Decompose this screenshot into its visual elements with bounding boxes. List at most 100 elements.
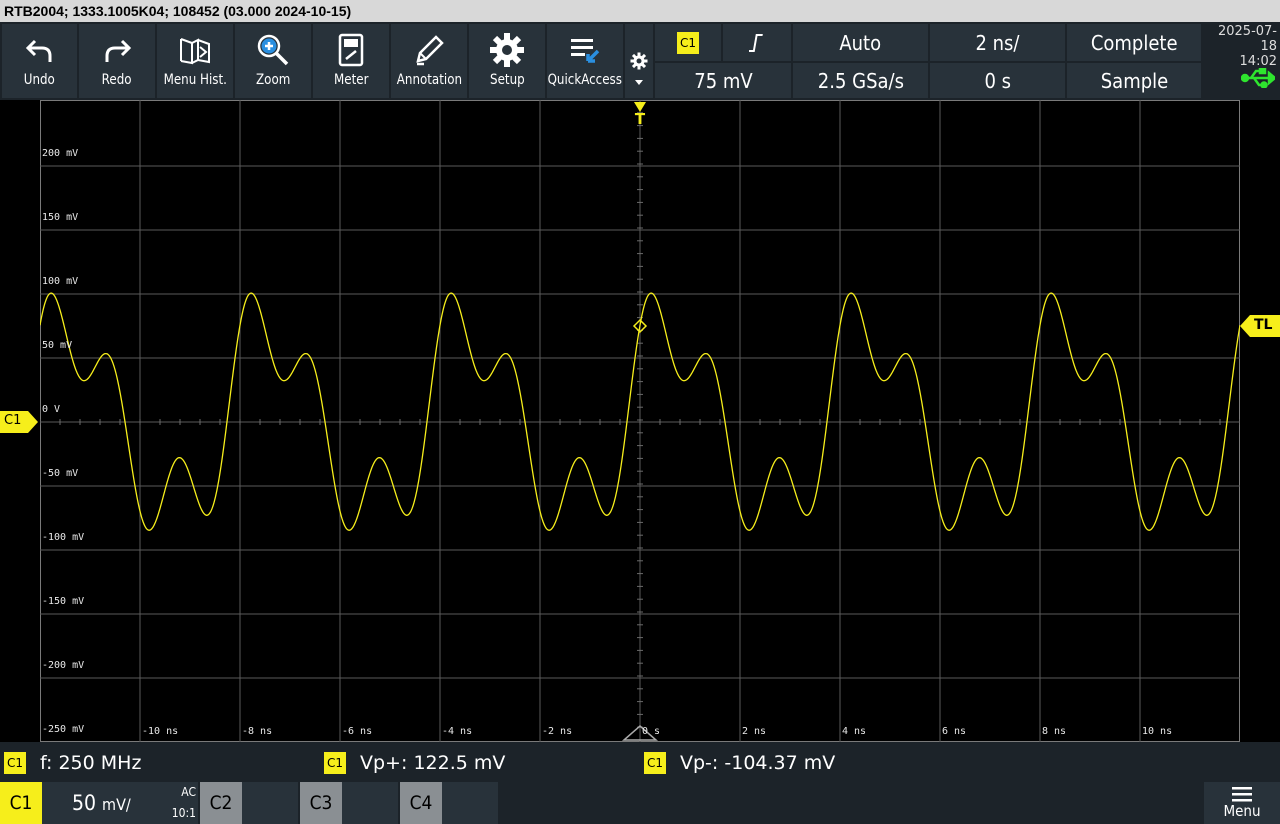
channel-offset-marker[interactable]: C1 (0, 411, 40, 433)
x-axis-label: 10 ns (1142, 726, 1173, 737)
measurement-label: f: (40, 752, 53, 774)
zoom-in-icon (235, 28, 311, 72)
trigger-level-marker[interactable]: TL (1240, 315, 1280, 337)
clock-area: 2025-07-18 14:02 (1203, 24, 1277, 98)
trigger-marker-label: T (634, 110, 646, 128)
redo-icon (79, 28, 155, 72)
x-axis-label: 2 ns (742, 726, 767, 737)
trigger-level-value: 75 mV (693, 68, 753, 93)
acquisition-mode-value: Sample (1100, 68, 1168, 93)
y-axis-label: 100 mV (42, 276, 79, 287)
x-axis-label: 0 s (642, 726, 661, 737)
sample-rate[interactable]: 2.5 GSa/s (793, 63, 928, 98)
acquisition-state-value: Complete (1090, 30, 1178, 55)
channel-c3-tab: C3 (300, 782, 342, 824)
setup-label: Setup (489, 72, 525, 88)
trigger-source[interactable]: C1 (655, 24, 721, 61)
measurement-value: -104.37 mV (724, 752, 836, 774)
quickaccess-button[interactable]: QuickAccess (547, 24, 623, 98)
annotation-button[interactable]: Annotation (391, 24, 467, 98)
y-axis-label: 150 mV (42, 212, 79, 223)
waveform-grid (40, 100, 1240, 742)
trigger-mode[interactable]: Auto (793, 24, 928, 61)
trigger-slope[interactable] (723, 24, 791, 61)
menu-history-button[interactable]: Menu Hist. (157, 24, 233, 98)
measurement-source-chip: C1 (644, 752, 666, 774)
measurement-vp-minus[interactable]: C1 Vp-: -104.37 mV (644, 751, 835, 775)
menu-button[interactable]: Menu (1204, 782, 1280, 824)
channel-c1-scale: 50 mV/ (72, 791, 131, 815)
waveform-display[interactable]: 200 mV 150 mV 100 mV 50 mV 0 V -50 mV -100 mV -… (40, 100, 1240, 742)
menu-history-label: Menu Hist. (163, 72, 227, 88)
gear-icon (469, 28, 545, 72)
trigger-source-chip: C1 (677, 31, 699, 54)
time-scale-value: 2 ns/ (975, 30, 1020, 55)
menu-history-icon (157, 28, 233, 72)
redo-label: Redo (102, 72, 132, 88)
channel-c1-box[interactable]: C1 50 mV/ AC 10:1 (0, 782, 198, 824)
redo-button[interactable]: Redo (79, 24, 155, 98)
channel-offset-label: C1 (4, 413, 22, 428)
channel-c1-coupling: AC (181, 785, 196, 799)
toolbar-settings-button[interactable] (625, 24, 653, 98)
meter-icon (313, 28, 389, 72)
zoom-label: Zoom (255, 72, 291, 88)
measurement-bar (0, 742, 1280, 782)
meter-label: Meter (333, 72, 369, 88)
acquisition-mode[interactable]: Sample (1067, 63, 1201, 98)
undo-label: Undo (23, 72, 56, 88)
usb-icon (1240, 66, 1277, 92)
channel-c2-tab: C2 (200, 782, 242, 824)
channel-c1-probe: 10:1 (171, 806, 196, 820)
measurement-source-chip: C1 (4, 752, 26, 774)
channel-c2-box[interactable]: C2 (200, 782, 298, 824)
undo-button[interactable]: Undo (2, 24, 77, 98)
measurement-source-chip: C1 (324, 752, 346, 774)
trigger-level[interactable]: 75 mV (655, 63, 791, 98)
clock-date: 2025-07-18 (1217, 24, 1277, 54)
measurement-label: Vp+: (360, 752, 408, 774)
trigger-position-marker[interactable]: T (633, 100, 647, 130)
channel-c3-box[interactable]: C3 (300, 782, 398, 824)
menu-label: Menu (1223, 802, 1261, 820)
y-axis-label: 200 mV (42, 148, 79, 159)
quick-access-icon (547, 28, 623, 72)
trigger-level-label: TL (1254, 317, 1273, 333)
measurement-label: Vp-: (680, 752, 719, 774)
zoom-button[interactable]: Zoom (235, 24, 311, 98)
channel-c4-tab: C4 (400, 782, 442, 824)
x-axis-label: 4 ns (842, 726, 867, 737)
y-axis-label: -200 mV (42, 660, 85, 671)
measurement-vp-plus[interactable]: C1 Vp+: 122.5 mV (324, 751, 505, 775)
dropdown-arrow-icon (625, 78, 653, 88)
y-axis-label: -150 mV (42, 596, 85, 607)
x-axis-label: -4 ns (442, 726, 473, 737)
small-gear-icon (625, 46, 653, 76)
y-axis-label: -250 mV (42, 724, 85, 735)
trigger-mode-value: Auto (839, 30, 882, 55)
x-axis-label: -2 ns (542, 726, 573, 737)
x-axis-label: 8 ns (1042, 726, 1067, 737)
channel-c4-box[interactable]: C4 (400, 782, 498, 824)
rising-edge-icon (749, 33, 763, 52)
channel-c1-tab: C1 (0, 782, 42, 824)
measurement-frequency[interactable]: C1 f: 250 MHz (4, 751, 141, 775)
measurement-value: 250 MHz (58, 752, 142, 774)
setup-button[interactable]: Setup (469, 24, 545, 98)
y-axis-label: -100 mV (42, 532, 85, 543)
pencil-icon (391, 28, 467, 72)
x-axis-label: 6 ns (942, 726, 967, 737)
x-axis-label: -6 ns (342, 726, 373, 737)
y-axis-label: -50 mV (42, 468, 79, 479)
undo-icon (2, 28, 77, 72)
meter-button[interactable]: Meter (313, 24, 389, 98)
horizontal-position[interactable]: 0 s (930, 63, 1065, 98)
measurement-value: 122.5 mV (413, 752, 506, 774)
clock-time: 14:02 (1239, 54, 1277, 69)
y-axis-label: 50 mV (42, 340, 73, 351)
sample-rate-value: 2.5 GSa/s (817, 68, 904, 93)
acquisition-state[interactable]: Complete (1067, 24, 1201, 61)
horizontal-position-value: 0 s (984, 68, 1011, 93)
time-scale[interactable]: 2 ns/ (930, 24, 1065, 61)
x-axis-label: -10 ns (142, 726, 179, 737)
